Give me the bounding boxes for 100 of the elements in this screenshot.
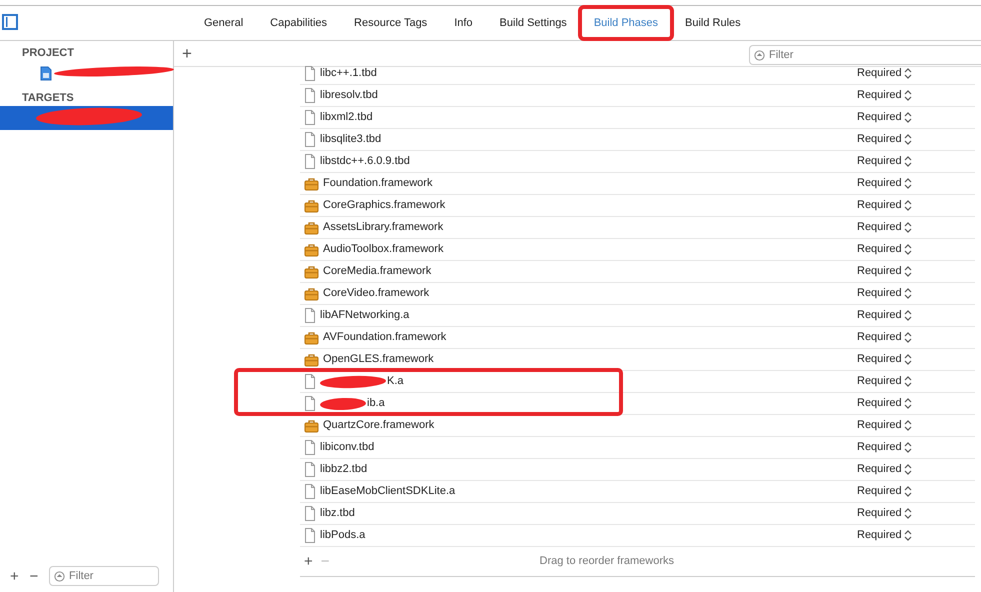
- status-popup[interactable]: Required: [857, 263, 975, 280]
- stepper-icon: [904, 222, 912, 233]
- toolbox-icon: [304, 330, 319, 344]
- framework-name: libiconv.tbd: [320, 440, 374, 456]
- status-popup[interactable]: Required: [857, 483, 975, 500]
- status-popup[interactable]: Required: [857, 417, 975, 434]
- framework-name: libc++.1.tbd: [320, 66, 377, 82]
- tab[interactable]: Build Rules: [675, 10, 751, 36]
- file-icon: [304, 440, 316, 455]
- tab[interactable]: General: [194, 10, 254, 36]
- framework-row[interactable]: libc++.1.tbd Required: [300, 63, 975, 85]
- add-button[interactable]: +: [178, 45, 196, 62]
- framework-name: CoreMedia.framework: [323, 264, 432, 280]
- stepper-icon: [904, 266, 912, 277]
- framework-row[interactable]: CoreMedia.framework Required: [300, 261, 975, 283]
- add-button[interactable]: +: [300, 554, 317, 569]
- file-icon: [304, 462, 316, 477]
- stepper-icon: [904, 310, 912, 321]
- tab[interactable]: Build Phases: [584, 10, 668, 36]
- framework-row[interactable]: libresolv.tbd Required: [300, 85, 975, 107]
- tab[interactable]: Build Settings: [490, 10, 577, 36]
- status-popup[interactable]: Required: [857, 351, 975, 368]
- framework-row[interactable]: libAFNetworking.a Required: [300, 305, 975, 327]
- framework-name: libEaseMobClientSDKLite.a: [320, 484, 456, 500]
- framework-name: Foundation.framework: [323, 176, 432, 192]
- file-icon: [304, 308, 316, 323]
- tab[interactable]: Info: [444, 10, 483, 36]
- framework-row[interactable]: libstdc++.6.0.9.tbd Required: [300, 151, 975, 173]
- toolbox-icon: [304, 176, 319, 190]
- stepper-icon: [904, 420, 912, 431]
- framework-name: CoreGraphics.framework: [323, 198, 446, 214]
- status-popup[interactable]: Required: [857, 439, 975, 456]
- filter-field[interactable]: Filter: [749, 44, 981, 64]
- status-popup[interactable]: Required: [857, 285, 975, 302]
- stepper-icon: [904, 508, 912, 519]
- drag-hint: Drag to reorder frameworks: [540, 554, 674, 570]
- framework-row[interactable]: OpenGLES.framework Required: [300, 349, 975, 371]
- status-popup[interactable]: Required: [857, 153, 975, 170]
- status-popup[interactable]: Required: [857, 219, 975, 236]
- tab[interactable]: Resource Tags: [344, 10, 438, 36]
- framework-name: OpenGLES.framework: [323, 352, 434, 368]
- framework-row[interactable]: CoreGraphics.framework Required: [300, 195, 975, 217]
- status-popup[interactable]: Required: [857, 65, 975, 82]
- stepper-icon: [904, 90, 912, 101]
- stepper-icon: [904, 464, 912, 475]
- framework-name: libresolv.tbd: [320, 88, 378, 104]
- file-icon: [304, 396, 316, 411]
- toolbox-icon: [304, 264, 319, 278]
- status-popup[interactable]: Required: [857, 461, 975, 478]
- status-popup[interactable]: Required: [857, 329, 975, 346]
- status-popup[interactable]: Required: [857, 505, 975, 522]
- status-popup[interactable]: Required: [857, 197, 975, 214]
- section-header: PROJECT: [21, 46, 75, 61]
- stepper-icon: [904, 156, 912, 167]
- framework-row[interactable]: QuartzCore.framework Required: [300, 415, 975, 437]
- status-popup[interactable]: Required: [857, 241, 975, 258]
- framework-name: libbz2.tbd: [320, 462, 368, 478]
- stepper-icon: [904, 178, 912, 189]
- stepper-icon: [904, 200, 912, 211]
- framework-row[interactable]: AudioToolbox.framework Required: [300, 239, 975, 261]
- framework-row[interactable]: libPods.a Required: [300, 525, 975, 547]
- tab[interactable]: Capabilities: [260, 10, 338, 36]
- framework-row[interactable]: ib.a Required: [300, 393, 975, 415]
- status-popup[interactable]: Required: [857, 131, 975, 148]
- stepper-icon: [904, 332, 912, 343]
- framework-row[interactable]: AVFoundation.framework Required: [300, 327, 975, 349]
- framework-name: K.a: [387, 374, 404, 390]
- framework-row[interactable]: Foundation.framework Required: [300, 173, 975, 195]
- framework-row[interactable]: libiconv.tbd Required: [300, 437, 975, 459]
- framework-row[interactable]: libbz2.tbd Required: [300, 459, 975, 481]
- status-popup[interactable]: Required: [857, 527, 975, 544]
- stepper-icon: [904, 376, 912, 387]
- framework-name: CoreVideo.framework: [323, 286, 430, 302]
- stepper-icon: [904, 244, 912, 255]
- status-popup[interactable]: Required: [857, 307, 975, 324]
- status-popup[interactable]: Required: [857, 109, 975, 126]
- status-popup[interactable]: Required: [857, 175, 975, 192]
- stepper-icon: [904, 530, 912, 541]
- add-button[interactable]: +: [6, 568, 23, 584]
- framework-row[interactable]: libsqlite3.tbd Required: [300, 129, 975, 151]
- framework-row[interactable]: AssetsLibrary.framework Required: [300, 217, 975, 239]
- status-popup[interactable]: Required: [857, 87, 975, 104]
- status-popup[interactable]: Required: [857, 373, 975, 390]
- framework-name: libAFNetworking.a: [320, 308, 410, 324]
- remove-button[interactable]: −: [26, 568, 42, 584]
- stepper-icon: [904, 354, 912, 365]
- filter-field[interactable]: Filter: [49, 566, 160, 586]
- status-popup[interactable]: Required: [857, 395, 975, 412]
- framework-row[interactable]: CoreVideo.framework Required: [300, 283, 975, 305]
- framework-row[interactable]: libz.tbd Required: [300, 503, 975, 525]
- document-icon: [40, 66, 52, 80]
- stepper-icon: [904, 134, 912, 145]
- file-icon: [304, 484, 316, 499]
- framework-row[interactable]: K.a Required: [300, 371, 975, 393]
- file-icon: [304, 374, 316, 389]
- framework-row[interactable]: libEaseMobClientSDKLite.a Required: [300, 481, 975, 503]
- framework-row[interactable]: libxml2.tbd Required: [300, 107, 975, 129]
- toolbox-icon: [304, 286, 319, 300]
- file-icon: [304, 132, 316, 147]
- sidebar-toggle-icon[interactable]: [2, 14, 18, 30]
